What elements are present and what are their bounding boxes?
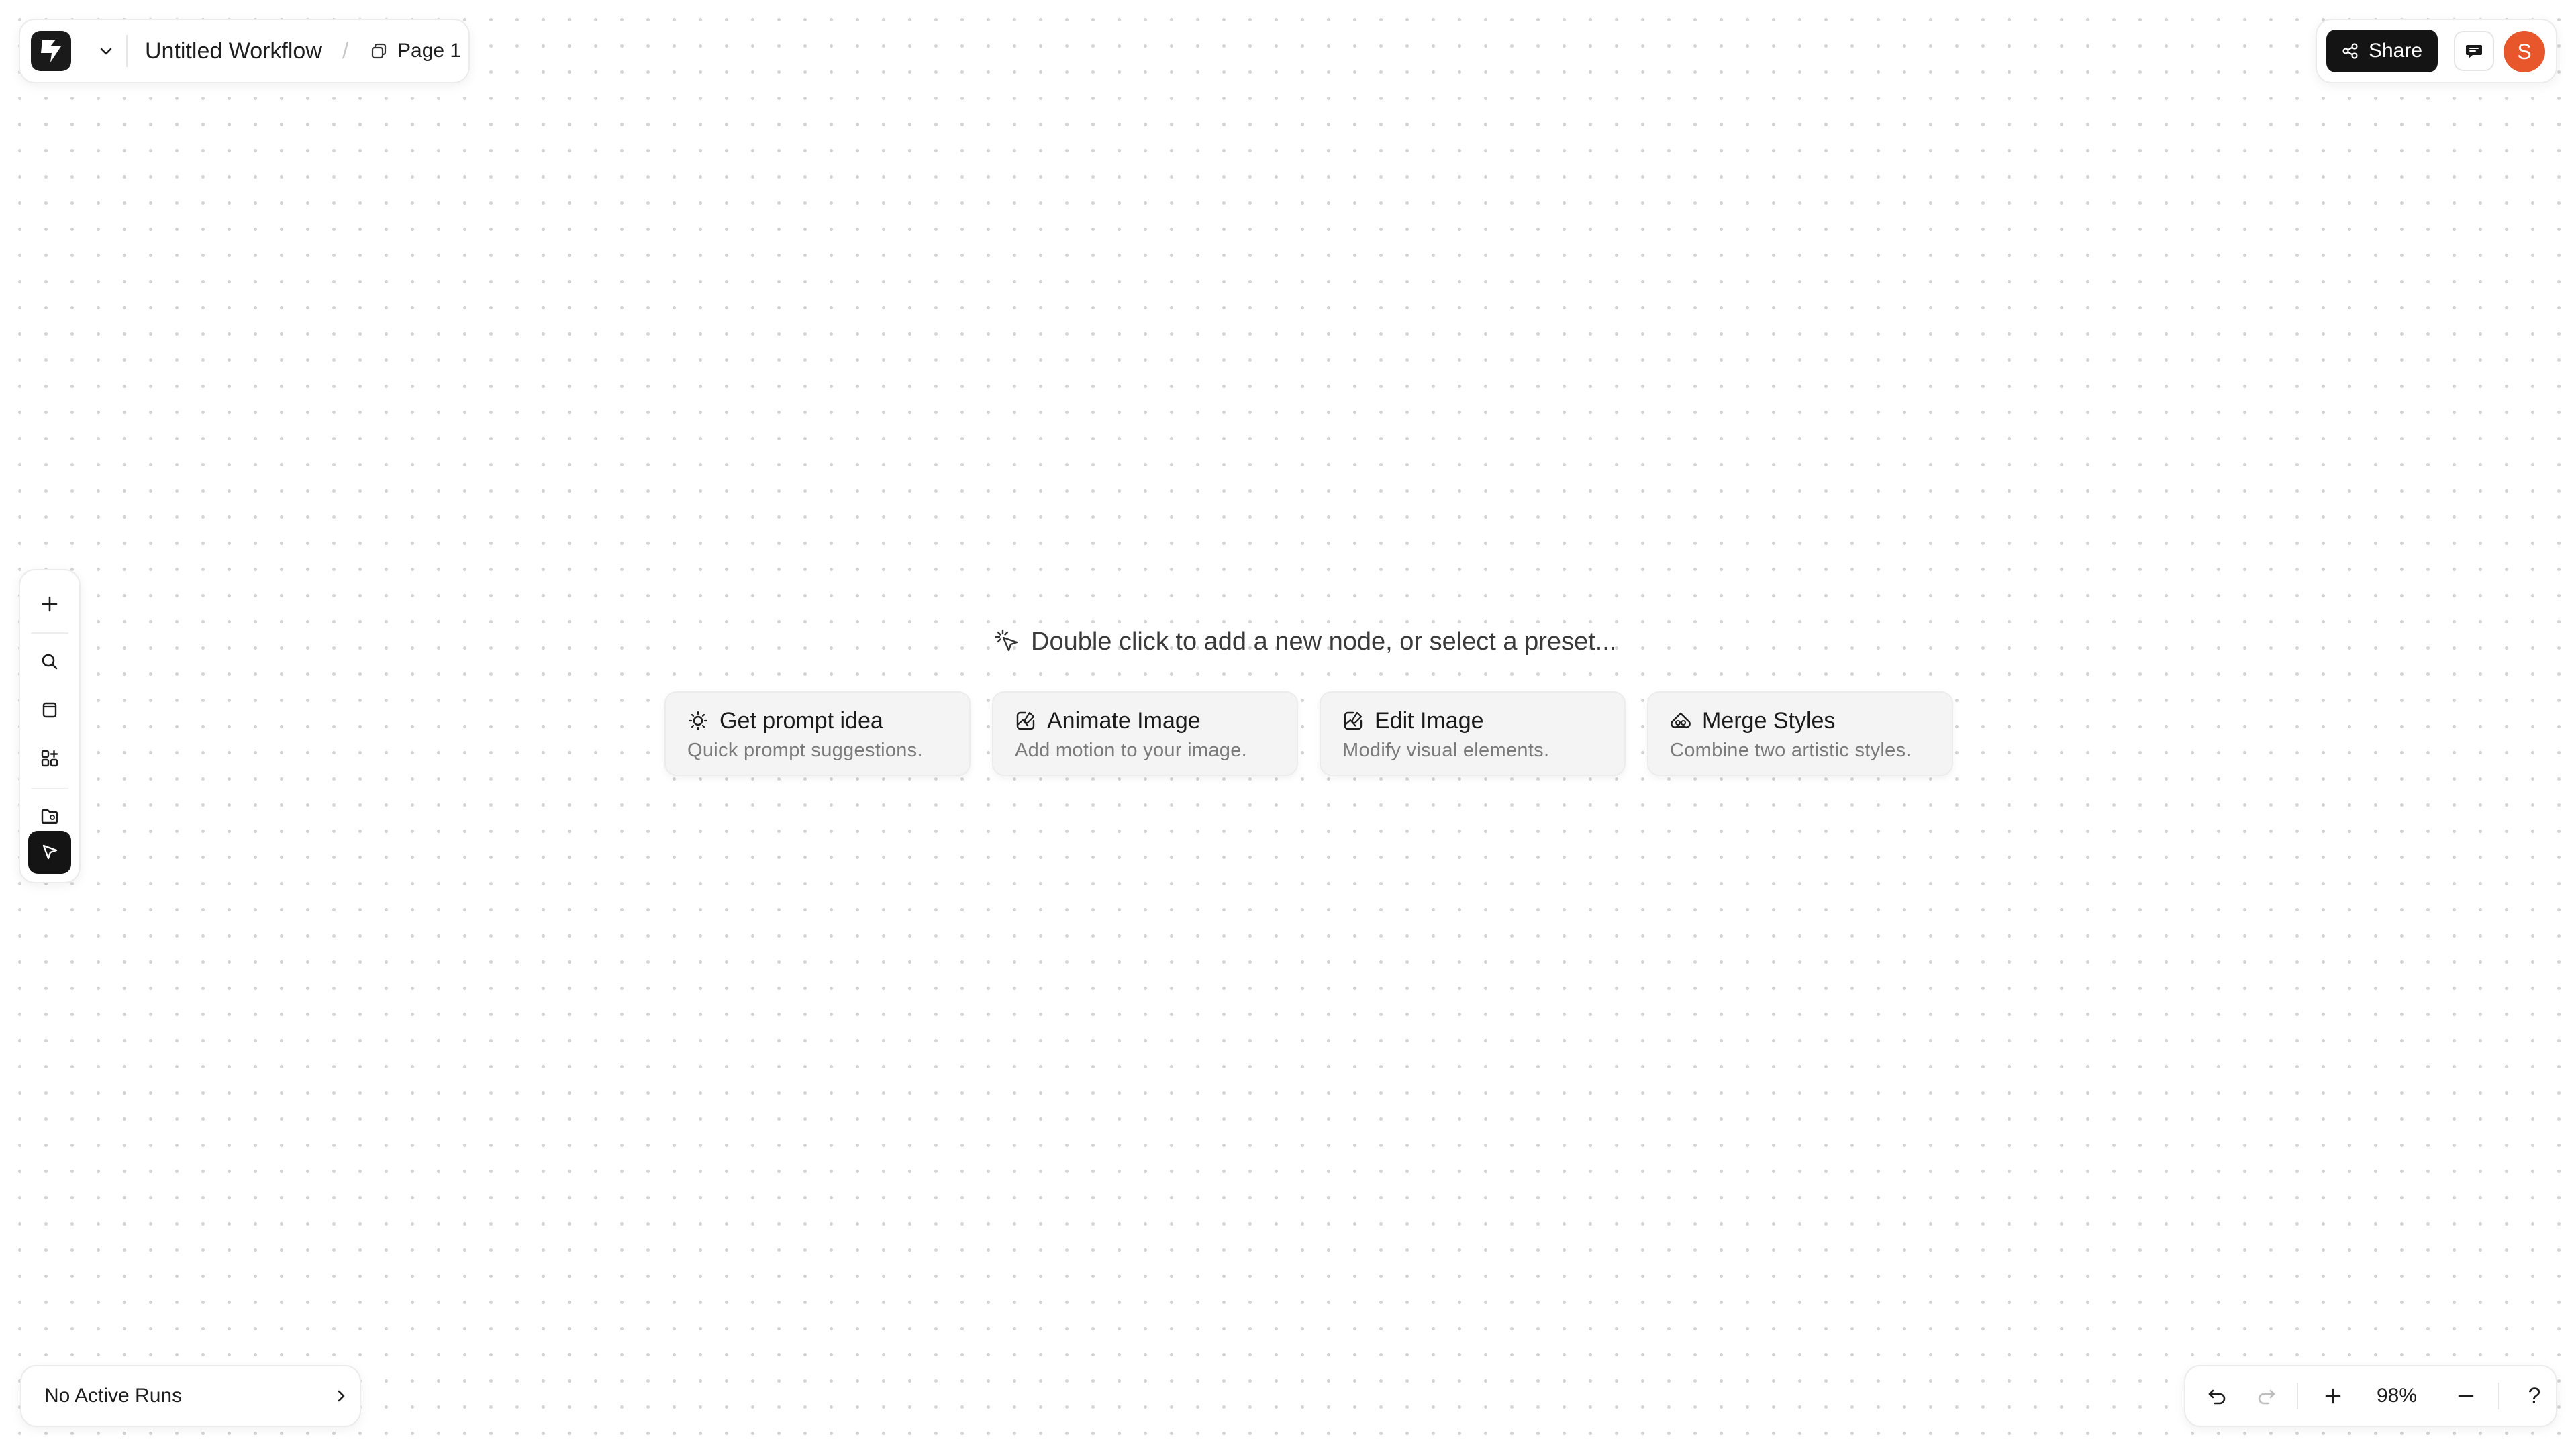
pointer-icon — [42, 844, 58, 860]
header-actions: Share S — [2316, 19, 2557, 83]
minus-icon — [2458, 1395, 2474, 1397]
click-sparkle-icon — [995, 629, 1018, 652]
redo-icon — [2258, 1389, 2275, 1405]
folder-image-icon — [41, 809, 58, 824]
chevron-right-icon[interactable] — [329, 1384, 353, 1408]
preset-title: Animate Image — [1047, 708, 1201, 734]
image-edit-icon — [1016, 711, 1035, 730]
plus-icon — [2325, 1388, 2341, 1404]
share-icon — [2342, 43, 2358, 59]
apps-icon — [41, 750, 58, 767]
preset-card-edit-image[interactable]: Edit Image Modify visual elements. — [1320, 691, 1626, 776]
help-button[interactable]: ? — [2520, 1381, 2549, 1411]
preset-card-merge-styles[interactable]: Merge Styles Combine two artistic styles… — [1647, 691, 1953, 776]
share-label: Share — [2368, 40, 2423, 62]
preset-title: Edit Image — [1375, 708, 1484, 734]
app-logo[interactable] — [31, 31, 71, 71]
zoom-in-button[interactable] — [2318, 1381, 2348, 1411]
chevron-down-icon[interactable] — [94, 39, 118, 63]
note-icon — [42, 702, 57, 718]
workflow-header: Untitled Workflow / Page 1 — [19, 19, 470, 83]
lightbulb-icon — [688, 711, 708, 731]
preset-subtitle: Add motion to your image. — [1015, 740, 1248, 761]
active-runs-panel[interactable]: No Active Runs — [20, 1365, 361, 1427]
preset-subtitle: Quick prompt suggestions. — [687, 740, 923, 761]
select-tool-button[interactable] — [28, 831, 71, 874]
zoom-controls: 98% ? — [2184, 1365, 2557, 1427]
breadcrumb-separator: / — [342, 38, 349, 64]
search-button[interactable] — [28, 640, 71, 683]
preset-subtitle: Combine two artistic styles. — [1670, 740, 1912, 761]
zoom-divider — [2297, 1383, 2298, 1409]
left-toolbar — [19, 569, 81, 883]
header-divider — [126, 35, 128, 67]
preset-card-animate-image[interactable]: Animate Image Add motion to your image. — [992, 691, 1298, 776]
zoom-level[interactable]: 98% — [2367, 1381, 2427, 1411]
undo-icon — [2208, 1389, 2226, 1405]
add-node-button[interactable] — [28, 583, 71, 626]
preset-title: Get prompt idea — [720, 708, 883, 734]
avatar[interactable]: S — [2504, 31, 2545, 72]
preset-card-get-prompt-idea[interactable]: Get prompt idea Quick prompt suggestions… — [664, 691, 971, 776]
chat-icon — [2466, 45, 2482, 58]
notes-button[interactable] — [28, 689, 71, 732]
undo-button[interactable] — [2203, 1381, 2232, 1411]
comments-button[interactable] — [2454, 31, 2494, 71]
page-tab-label: Page 1 — [397, 40, 462, 62]
toolbar-divider — [31, 632, 68, 634]
logo-icon — [41, 40, 61, 62]
active-runs-label: No Active Runs — [44, 1385, 183, 1407]
canvas-hint-text: Double click to add a new node, or selec… — [1031, 627, 1617, 656]
toolbar-divider — [31, 788, 68, 789]
merge-icon — [1671, 712, 1691, 728]
workflow-title[interactable]: Untitled Workflow — [145, 36, 322, 66]
image-edit-icon — [1344, 711, 1363, 730]
preset-title: Merge Styles — [1702, 708, 1836, 734]
apps-button[interactable] — [28, 737, 71, 780]
pages-icon — [371, 43, 387, 59]
page-tab[interactable]: Page 1 — [370, 36, 461, 66]
preset-subtitle: Modify visual elements. — [1342, 740, 1550, 761]
plus-icon — [42, 596, 58, 612]
zoom-out-button[interactable] — [2451, 1381, 2481, 1411]
redo-button[interactable] — [2251, 1381, 2281, 1411]
search-icon — [42, 654, 58, 670]
canvas-hint: Double click to add a new node, or selec… — [993, 623, 1616, 660]
zoom-divider — [2498, 1383, 2499, 1409]
share-button[interactable]: Share — [2326, 30, 2438, 72]
